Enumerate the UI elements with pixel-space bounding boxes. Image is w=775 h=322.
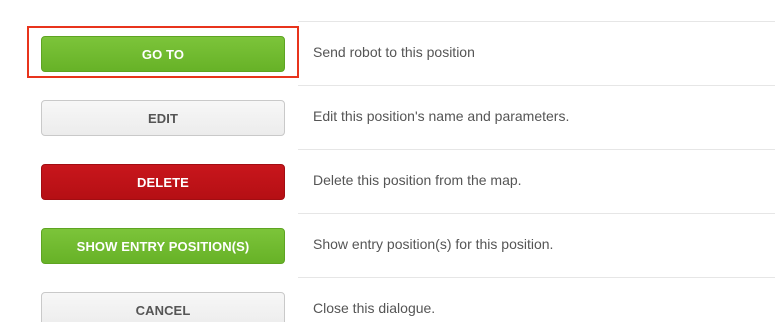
delete-button[interactable]: DELETE: [41, 164, 285, 200]
cancel-button-label: CANCEL: [135, 302, 191, 318]
show-entry-positions-button-label: SHOW ENTRY POSITION(S): [76, 238, 250, 254]
show-entry-positions-description: Show entry position(s) for this position…: [313, 236, 554, 252]
action-row-cancel: CANCEL Close this dialogue.: [0, 278, 775, 322]
delete-button-label: DELETE: [137, 174, 189, 190]
action-row-delete: DELETE Delete this position from the map…: [0, 150, 775, 214]
delete-description: Delete this position from the map.: [313, 172, 522, 188]
action-row-show-entry-positions: SHOW ENTRY POSITION(S) Show entry positi…: [0, 214, 775, 278]
show-entry-positions-button[interactable]: SHOW ENTRY POSITION(S): [41, 228, 285, 264]
cancel-description: Close this dialogue.: [313, 300, 436, 316]
cancel-button[interactable]: CANCEL: [41, 292, 285, 322]
edit-button-label: EDIT: [147, 110, 178, 126]
action-row-go-to: GO TO Send robot to this position: [0, 22, 775, 86]
go-to-description: Send robot to this position: [313, 44, 475, 60]
edit-description: Edit this position's name and parameters…: [313, 108, 570, 124]
edit-button[interactable]: EDIT: [41, 100, 285, 136]
position-actions-dialog: GO TO Send robot to this position EDIT E…: [0, 0, 775, 322]
action-row-edit: EDIT Edit this position's name and param…: [0, 86, 775, 150]
go-to-button[interactable]: GO TO: [41, 36, 285, 72]
go-to-button-label: GO TO: [141, 46, 185, 62]
